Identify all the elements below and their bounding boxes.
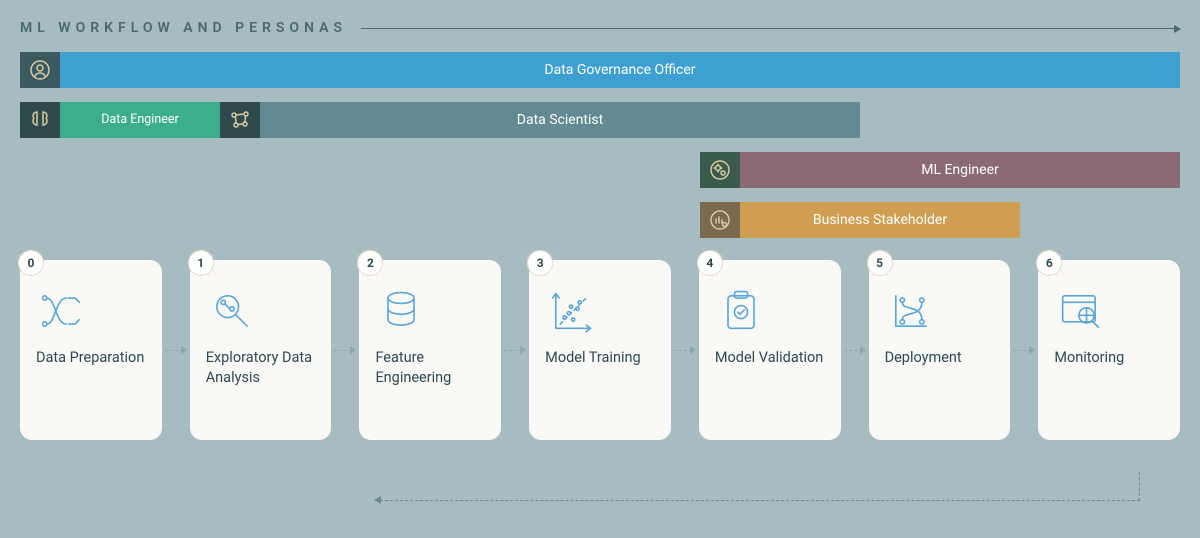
step-number: 6 (1036, 250, 1062, 276)
diagram-root: ML WORKFLOW AND PERSONAS Data Governance… (0, 0, 1200, 538)
step-label: Deployment (885, 348, 995, 368)
connector-arrow (1010, 260, 1038, 440)
workflow-card: Monitoring (1038, 260, 1180, 440)
connector-arrow (841, 260, 869, 440)
deploy-icon (885, 278, 995, 344)
step-number: 3 (527, 250, 553, 276)
governance-icon (20, 52, 60, 88)
step-label: Feature Engineering (375, 348, 485, 387)
brain-icon (20, 102, 60, 138)
persona-label: Data Scientist (517, 112, 603, 128)
step-label: Model Training (545, 348, 655, 368)
database-icon (375, 278, 485, 344)
workflow-step-2: 2 Feature Engineering (359, 260, 501, 440)
persona-bar-scientist: Data Scientist (260, 102, 860, 138)
analysis-icon (206, 278, 316, 344)
persona-bar-business: Business Stakeholder (740, 202, 1020, 238)
connector-arrow (331, 260, 359, 440)
persona-label: Business Stakeholder (813, 212, 947, 228)
network-icon (220, 102, 260, 138)
monitor-icon (1054, 278, 1164, 344)
checklist-icon (715, 278, 825, 344)
chart-user-icon (700, 202, 740, 238)
step-label: Model Validation (715, 348, 825, 368)
persona-bar-governance: Data Governance Officer (60, 52, 1180, 88)
gears-icon (700, 152, 740, 188)
step-number: 5 (867, 250, 893, 276)
step-number: 4 (697, 250, 723, 276)
scatter-icon (545, 278, 655, 344)
persona-bar-mle: ML Engineer (740, 152, 1180, 188)
workflow-card: Feature Engineering (359, 260, 501, 440)
persona-label: Data Engineer (101, 113, 178, 127)
workflow-card: Deployment (869, 260, 1011, 440)
workflow-card: Exploratory Data Analysis (190, 260, 332, 440)
connector-arrow (501, 260, 529, 440)
feedback-arrow (380, 472, 1140, 501)
workflow-step-3: 3 Model Training (529, 260, 671, 440)
persona-tracks: Data Governance Officer Data Engineer Da… (20, 52, 1180, 238)
persona-bar-engineer: Data Engineer (60, 102, 220, 138)
workflow-card: Model Training (529, 260, 671, 440)
workflow-step-0: 0 Data Preparation (20, 260, 162, 440)
persona-row-mle: ML Engineer (20, 152, 1180, 188)
workflow-step-6: 6 Monitoring (1038, 260, 1180, 440)
step-label: Exploratory Data Analysis (206, 348, 316, 387)
workflow-card: Model Validation (699, 260, 841, 440)
page-title: ML WORKFLOW AND PERSONAS (20, 20, 347, 36)
connector-arrow (162, 260, 190, 440)
persona-label: ML Engineer (921, 162, 999, 178)
header-arrow (361, 28, 1180, 29)
workflow-step-4: 4 Model Validation (699, 260, 841, 440)
workflow-step-1: 1 Exploratory Data Analysis (190, 260, 332, 440)
persona-row-governance: Data Governance Officer (20, 52, 1180, 88)
persona-label: Data Governance Officer (544, 62, 695, 78)
workflow-row: 0 Data Preparation 1 Exploratory Data An… (20, 260, 1180, 440)
step-label: Monitoring (1054, 348, 1164, 368)
header: ML WORKFLOW AND PERSONAS (20, 20, 1180, 36)
workflow-card: Data Preparation (20, 260, 162, 440)
step-number: 2 (357, 250, 383, 276)
pipeline-icon (36, 278, 146, 344)
step-label: Data Preparation (36, 348, 146, 368)
persona-row-business: Business Stakeholder (20, 202, 1180, 238)
step-number: 0 (18, 250, 44, 276)
connector-arrow (671, 260, 699, 440)
workflow-step-5: 5 Deployment (869, 260, 1011, 440)
persona-row-eng-sci: Data Engineer Data Scientist (20, 102, 1180, 138)
step-number: 1 (188, 250, 214, 276)
